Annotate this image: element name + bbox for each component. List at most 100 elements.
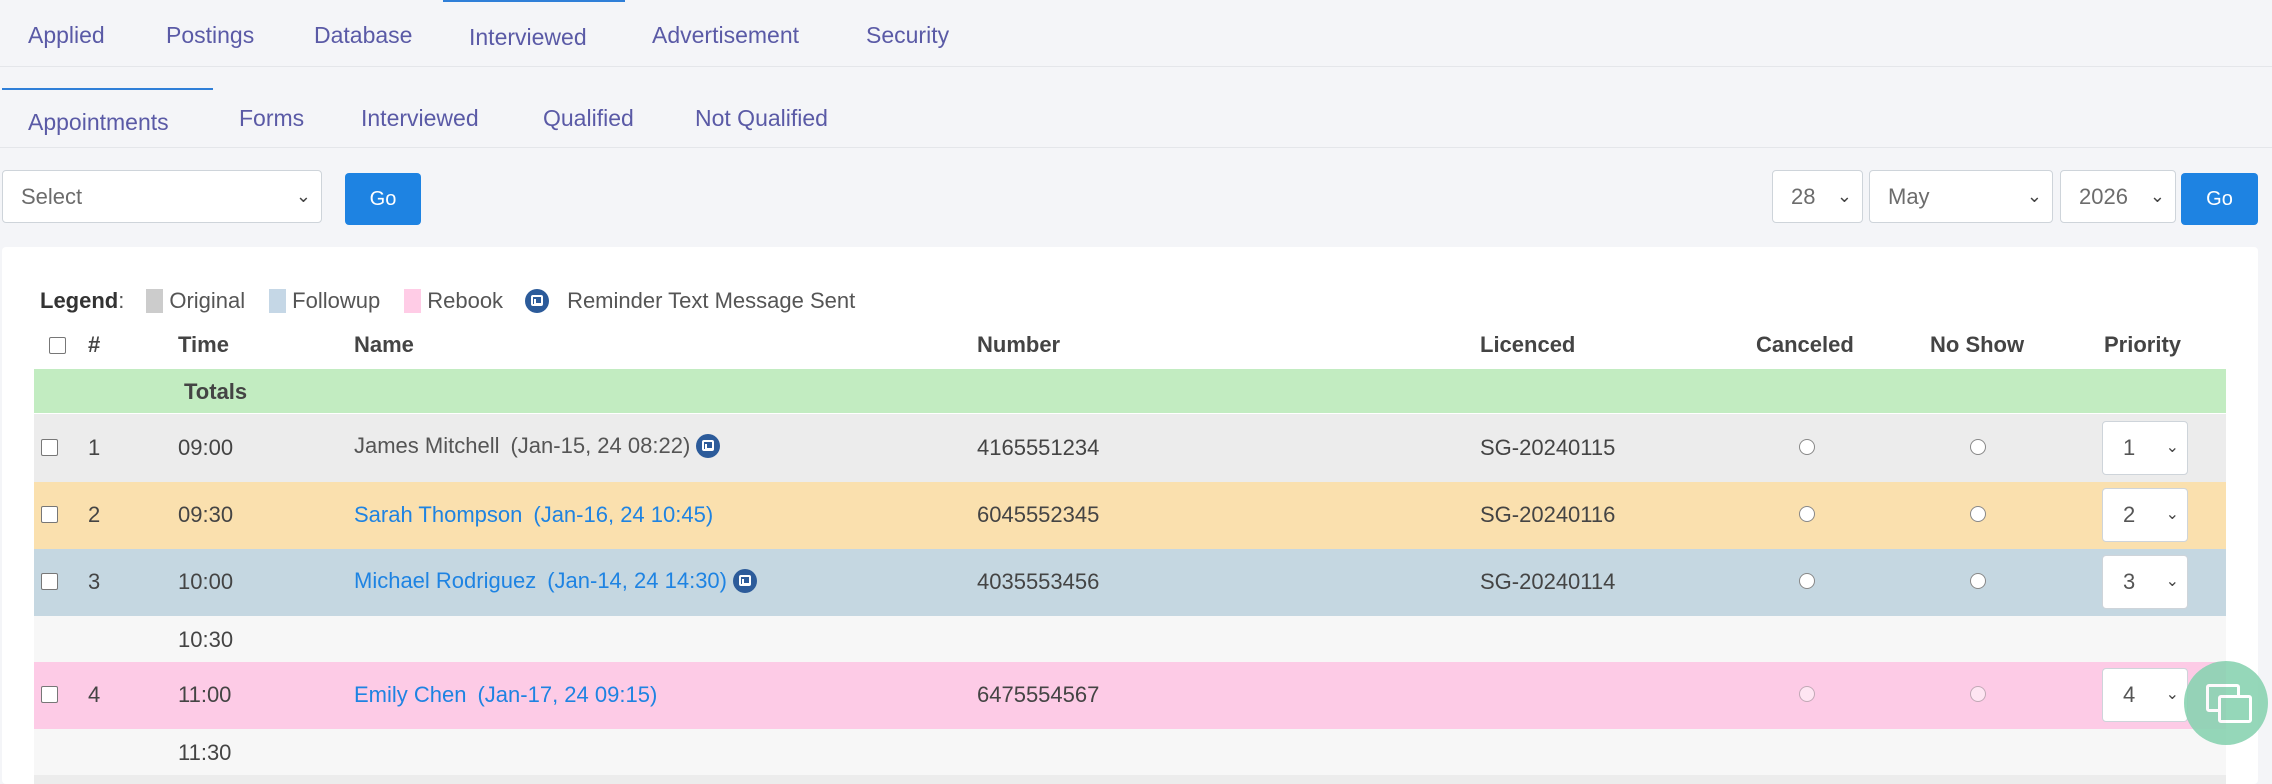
canceled-radio[interactable]	[1799, 686, 1815, 702]
top-tab-bar: Applied Postings Database Interviewed Ad…	[0, 0, 2272, 67]
year-select[interactable]: 2026 ⌄	[2060, 170, 2176, 223]
row-time: 10:30	[178, 627, 234, 652]
table-row: 3 10:00 Michael Rodriguez (Jan-14, 24 14…	[34, 549, 2226, 616]
legend-followup: Followup	[292, 288, 381, 313]
tab-advertisement[interactable]: Advertisement	[652, 0, 799, 67]
row-checkbox[interactable]	[41, 439, 58, 456]
header-licenced[interactable]: Licenced	[1480, 332, 1575, 362]
legend: Legend: Original Followup Rebook Reminde…	[40, 288, 856, 313]
row-num: 2	[88, 502, 101, 527]
priority-select[interactable]: 4 ⌄	[2102, 668, 2188, 722]
row-name[interactable]: James Mitchell (Jan-15, 24 08:22)	[354, 433, 721, 459]
followup-swatch	[269, 289, 287, 313]
chevron-down-icon: ⌄	[2149, 186, 2165, 206]
totals-label: Totals	[184, 379, 248, 404]
tab-postings[interactable]: Postings	[166, 0, 254, 67]
subtab-appointments[interactable]: Appointments	[2, 88, 213, 148]
subtab-qualified[interactable]: Qualified	[543, 88, 634, 148]
row-name-text[interactable]: James Mitchell	[354, 433, 499, 459]
tab-interviewed[interactable]: Interviewed	[443, 0, 625, 67]
reminder-icon	[732, 569, 757, 593]
row-name-text[interactable]: Emily Chen	[354, 682, 466, 708]
select-all-checkbox[interactable]	[49, 337, 66, 354]
row-stamp: (Jan-17, 24 09:15)	[477, 682, 658, 707]
row-checkbox[interactable]	[41, 573, 58, 590]
filter-select-value: Select	[21, 184, 83, 209]
tab-database[interactable]: Database	[314, 0, 412, 67]
header-num: #	[88, 332, 101, 357]
subtab-not-qualified[interactable]: Not Qualified	[695, 88, 828, 148]
legend-reminder: Reminder Text Message Sent	[567, 288, 856, 313]
header-priority: Priority	[2104, 332, 2182, 357]
no-show-radio[interactable]	[1970, 686, 1986, 702]
chevron-down-icon: ⌄	[2026, 186, 2042, 206]
date-go-button[interactable]: Go	[2181, 173, 2258, 225]
year-value: 2026	[2079, 184, 2128, 209]
row-num: 4	[88, 682, 101, 707]
tab-security[interactable]: Security	[866, 0, 949, 67]
row-licenced: SG-20240116	[1480, 502, 1616, 527]
row-checkbox[interactable]	[41, 506, 58, 523]
canceled-radio[interactable]	[1799, 573, 1815, 589]
day-value: 28	[1791, 184, 1816, 209]
row-time: 09:30	[178, 502, 234, 527]
row-stamp: (Jan-14, 24 14:30)	[547, 568, 727, 593]
priority-select[interactable]: 1 ⌄	[2102, 421, 2188, 475]
row-licenced: SG-20240114	[1480, 569, 1616, 594]
header-no-show: No Show	[1930, 332, 2025, 357]
filter-select[interactable]: Select ⌄	[2, 170, 322, 223]
header-name[interactable]: Name	[354, 332, 414, 362]
canceled-radio[interactable]	[1799, 439, 1815, 455]
sub-tab-bar: Appointments Forms Interviewed Qualified…	[0, 88, 2272, 148]
table-row: 1 09:00 James Mitchell (Jan-15, 24 08:22…	[34, 414, 2226, 482]
original-swatch	[146, 289, 164, 313]
priority-select[interactable]: 3 ⌄	[2102, 555, 2188, 609]
priority-value: 4	[2123, 682, 2136, 707]
row-name-text[interactable]: Sarah Thompson	[354, 502, 522, 528]
month-select[interactable]: May ⌄	[1869, 170, 2053, 223]
row-name-text[interactable]: Michael Rodriguez	[354, 568, 536, 594]
tab-applied[interactable]: Applied	[28, 0, 105, 67]
header-number[interactable]: Number	[977, 332, 1060, 362]
row-licenced: SG-20240115	[1480, 435, 1616, 460]
row-num: 1	[88, 435, 101, 460]
filter-go-button[interactable]: Go	[345, 173, 421, 225]
row-time: 11:00	[178, 682, 232, 707]
reminder-icon	[696, 434, 721, 458]
day-select[interactable]: 28 ⌄	[1772, 170, 1863, 223]
subtab-interviewed[interactable]: Interviewed	[361, 88, 479, 148]
chevron-down-icon: ⌄	[295, 186, 311, 206]
table-row	[34, 775, 2226, 784]
no-show-radio[interactable]	[1970, 573, 1986, 589]
header-canceled: Canceled	[1756, 332, 1854, 357]
no-show-radio[interactable]	[1970, 506, 1986, 522]
subtab-forms[interactable]: Forms	[239, 88, 304, 148]
empty-slot-row: 11:30	[34, 729, 2226, 775]
chevron-down-icon: ⌄	[2165, 573, 2179, 590]
header-time: Time	[178, 332, 229, 357]
empty-slot-row: 10:30	[34, 616, 2226, 662]
chevron-down-icon: ⌄	[2165, 686, 2179, 703]
row-time: 09:00	[178, 435, 234, 460]
row-name[interactable]: Michael Rodriguez (Jan-14, 24 14:30)	[354, 568, 757, 594]
row-checkbox[interactable]	[41, 686, 58, 703]
totals-row: Totals	[34, 369, 2226, 413]
legend-rebook: Rebook	[427, 288, 504, 313]
no-show-radio[interactable]	[1970, 439, 1986, 455]
row-time: 11:30	[178, 740, 232, 765]
row-number: 4165551234	[977, 435, 1100, 460]
row-name[interactable]: Emily Chen (Jan-17, 24 09:15)	[354, 682, 657, 708]
table-row: 4 11:00 Emily Chen (Jan-17, 24 09:15) 64…	[34, 662, 2226, 729]
chat-icon[interactable]	[2184, 661, 2268, 745]
priority-value: 2	[2123, 502, 2136, 527]
priority-select[interactable]: 2 ⌄	[2102, 488, 2188, 542]
row-number: 4035553456	[977, 569, 1100, 594]
row-number: 6475554567	[977, 682, 1100, 707]
month-value: May	[1888, 184, 1930, 209]
rebook-swatch	[404, 289, 422, 313]
canceled-radio[interactable]	[1799, 506, 1815, 522]
row-name[interactable]: Sarah Thompson (Jan-16, 24 10:45)	[354, 502, 713, 528]
legend-label: Legend	[40, 288, 119, 313]
chevron-down-icon: ⌄	[2165, 439, 2179, 456]
priority-value: 3	[2123, 569, 2136, 594]
